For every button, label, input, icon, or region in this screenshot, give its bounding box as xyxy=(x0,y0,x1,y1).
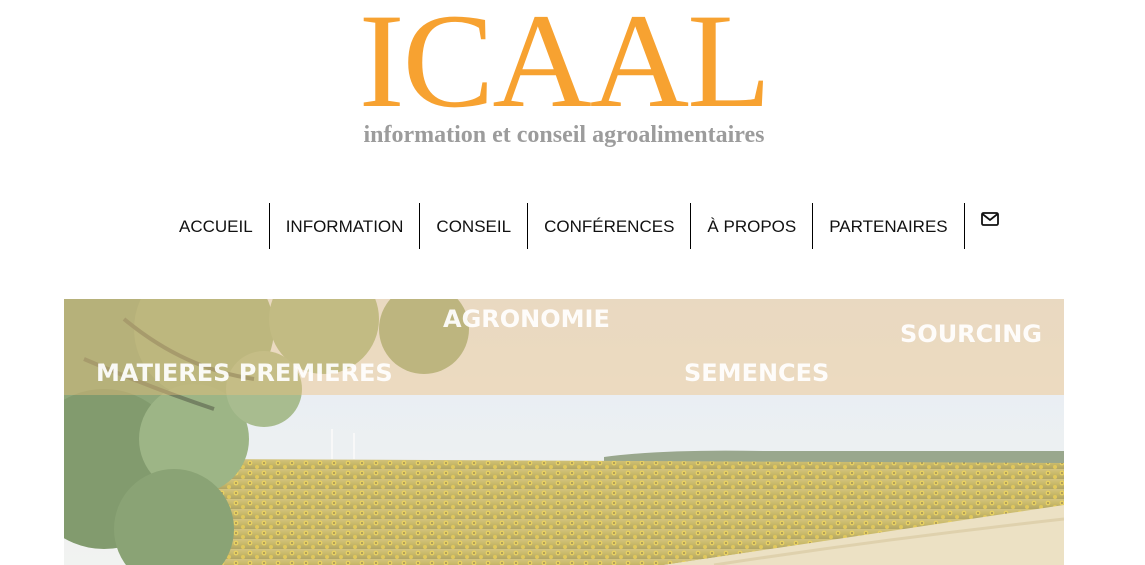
nav-item-label: À PROPOS xyxy=(707,217,797,236)
keyword-matieres-premieres[interactable]: MATIERES PREMIERES xyxy=(96,359,393,387)
keyword-agronomie[interactable]: AGRONOMIE xyxy=(443,305,610,333)
keyword-semences[interactable]: SEMENCES xyxy=(684,359,829,387)
nav-item-accueil[interactable]: ACCUEIL xyxy=(163,203,270,249)
nav-item-a-propos[interactable]: À PROPOS xyxy=(691,203,814,249)
site-logo[interactable]: ICAAL information et conseil agroaliment… xyxy=(336,0,792,160)
nav-item-partenaires[interactable]: PARTENAIRES xyxy=(813,203,965,249)
nav-item-label: CONFÉRENCES xyxy=(544,217,675,236)
hero-banner: AGRONOMIE SOURCING MATIERES PREMIERES SE… xyxy=(64,299,1064,565)
keyword-sourcing[interactable]: SOURCING xyxy=(900,320,1042,348)
nav-item-information[interactable]: INFORMATION xyxy=(270,203,421,249)
nav-item-label: PARTENAIRES xyxy=(829,217,948,236)
nav-item-conferences[interactable]: CONFÉRENCES xyxy=(528,203,692,249)
nav-item-label: CONSEIL xyxy=(436,217,512,236)
main-navigation: ACCUEIL INFORMATION CONSEIL CONFÉRENCES … xyxy=(163,203,1015,249)
nav-item-label: INFORMATION xyxy=(285,217,404,236)
nav-item-conseil[interactable]: CONSEIL xyxy=(420,203,529,249)
nav-item-label: ACCUEIL xyxy=(179,217,253,236)
contact-mail-link[interactable] xyxy=(965,203,1015,249)
logo-tagline: information et conseil agroalimentaires xyxy=(363,122,765,148)
mail-icon xyxy=(980,212,999,226)
logo-wordmark: ICAAL xyxy=(358,0,772,136)
